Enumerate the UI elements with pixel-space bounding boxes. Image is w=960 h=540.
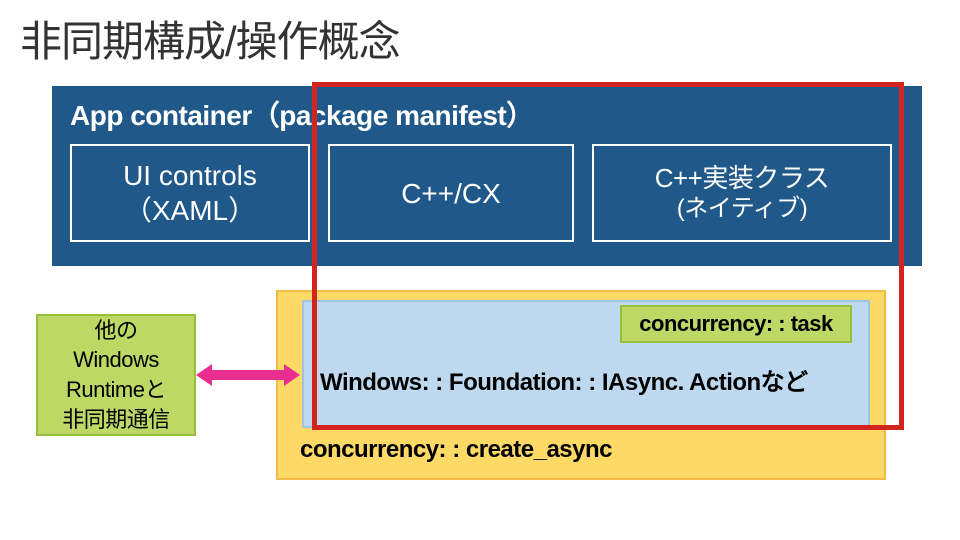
concurrency-task-box: concurrency: : task xyxy=(620,305,852,343)
app-container-row: UI controls （XAML） C++/CX C++実装クラス (ネイティ… xyxy=(70,144,904,242)
iasync-label: Windows: : Foundation: : IAsync. Actionな… xyxy=(320,362,900,397)
cpp-impl-box: C++実装クラス (ネイティブ) xyxy=(592,144,892,242)
cpp-cx-box: C++/CX xyxy=(328,144,574,242)
create-async-label: concurrency: : create_async xyxy=(300,436,612,464)
slide-title: 非同期構成/操作概念 xyxy=(0,0,960,73)
ui-controls-line2: （XAML） xyxy=(124,193,256,228)
cpp-cx-label: C++/CX xyxy=(401,176,501,211)
ui-controls-box: UI controls （XAML） xyxy=(70,144,310,242)
app-container-box: App container（package manifest） UI contr… xyxy=(52,86,922,266)
other-windows-runtime-box: 他の Windows Runtimeと 非同期通信 xyxy=(36,314,196,436)
bidirectional-arrow xyxy=(196,364,300,386)
other-windows-runtime-text: 他の Windows Runtimeと 非同期通信 xyxy=(62,316,170,435)
cpp-impl-line2: (ネイティブ) xyxy=(677,194,808,224)
ui-controls-line1: UI controls xyxy=(123,158,257,193)
cpp-impl-line1: C++実装クラス xyxy=(655,162,830,195)
app-container-label: App container（package manifest） xyxy=(70,94,904,134)
